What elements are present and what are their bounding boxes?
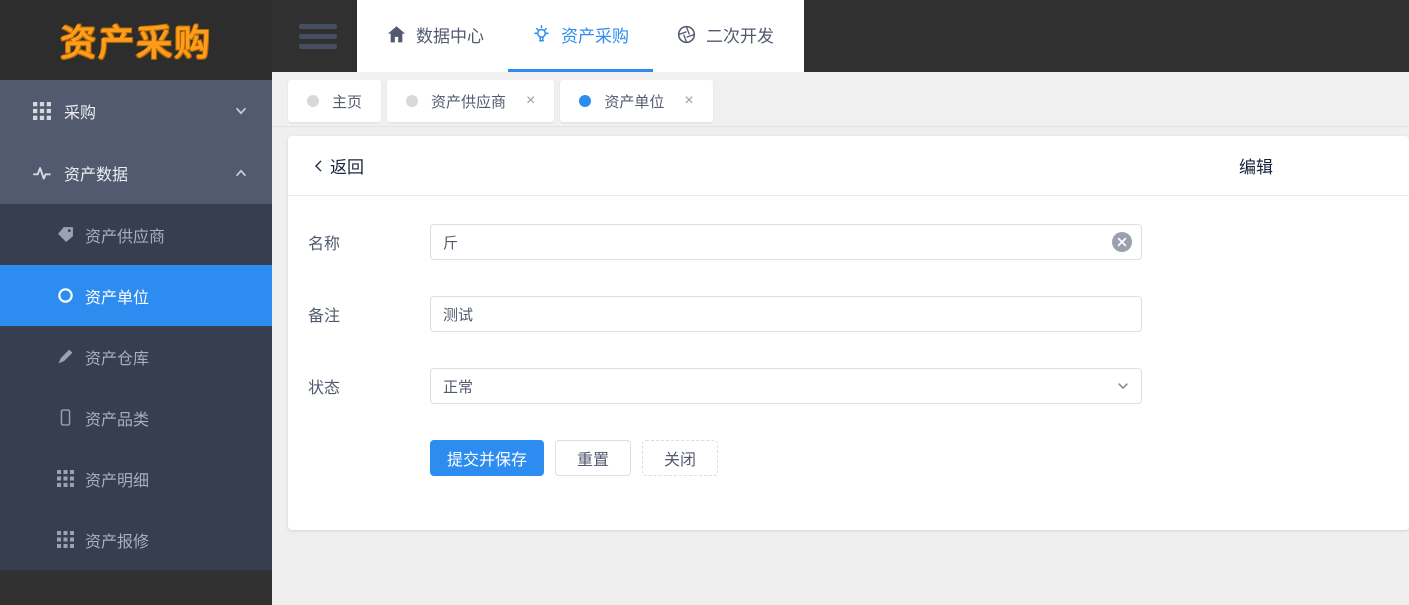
grid-icon bbox=[57, 531, 74, 548]
sidebar-group-label: 资产数据 bbox=[64, 167, 129, 184]
app-root: 资产采购 采购 资产数据 资产供应商 资产单位 资产仓库 资产品类 资产明细 资… bbox=[0, 0, 1409, 605]
tab-label: 主页 bbox=[332, 93, 363, 111]
main-content: 返回 编辑 名称 备注 bbox=[272, 127, 1409, 605]
nav-tab-label: 数据中心 bbox=[416, 27, 484, 46]
chevron-down-icon bbox=[1116, 379, 1130, 393]
topbar: 数据中心 资产采购 二次开发 bbox=[272, 0, 1409, 72]
open-tabs-bar: 主页 资产供应商 × 资产单位 × bbox=[272, 72, 1409, 127]
tab-asset-supplier[interactable]: 资产供应商 × bbox=[387, 80, 555, 122]
status-select[interactable]: 正常 bbox=[430, 368, 1142, 404]
aperture-icon bbox=[677, 25, 696, 44]
sidebar-menu: 采购 资产数据 资产供应商 资产单位 资产仓库 资产品类 资产明细 资产报修 bbox=[0, 80, 272, 570]
chevron-left-icon bbox=[312, 159, 326, 173]
sidebar-item-asset-repair[interactable]: 资产报修 bbox=[0, 509, 272, 570]
back-button-label: 返回 bbox=[330, 158, 364, 177]
name-field-label: 名称 bbox=[308, 236, 341, 253]
sidebar-item-label: 资产报修 bbox=[85, 533, 150, 551]
phone-icon bbox=[57, 409, 74, 426]
tag-icon bbox=[57, 226, 74, 243]
sidebar-item-label: 资产明细 bbox=[85, 472, 150, 490]
sidebar-item-asset-supplier[interactable]: 资产供应商 bbox=[0, 204, 272, 265]
sidebar-group-procurement[interactable]: 采购 bbox=[0, 80, 272, 142]
tab-label: 资产单位 bbox=[604, 93, 665, 111]
hamburger-menu-icon[interactable] bbox=[299, 24, 337, 49]
clear-input-icon[interactable] bbox=[1112, 232, 1132, 252]
top-navigation: 数据中心 资产采购 二次开发 bbox=[357, 0, 804, 72]
nav-tab-label: 资产采购 bbox=[561, 27, 629, 46]
pulse-icon bbox=[33, 164, 51, 182]
bulb-icon bbox=[532, 25, 551, 44]
sidebar-item-label: 资产品类 bbox=[85, 411, 150, 429]
chevron-up-icon bbox=[234, 166, 248, 180]
edit-panel: 返回 编辑 名称 备注 bbox=[288, 136, 1409, 530]
grid-icon bbox=[33, 102, 51, 120]
nav-tab-label: 二次开发 bbox=[706, 27, 774, 46]
sidebar: 资产采购 采购 资产数据 资产供应商 资产单位 资产仓库 资产品类 资产明细 资… bbox=[0, 0, 272, 605]
submit-save-button[interactable]: 提交并保存 bbox=[430, 440, 545, 476]
status-field-label: 状态 bbox=[308, 380, 341, 397]
sidebar-group-label: 采购 bbox=[64, 105, 97, 122]
sidebar-item-asset-warehouse[interactable]: 资产仓库 bbox=[0, 326, 272, 387]
pen-icon bbox=[57, 348, 74, 365]
back-button[interactable]: 返回 bbox=[312, 153, 364, 178]
nav-tab-secondary-dev[interactable]: 二次开发 bbox=[653, 0, 798, 72]
status-select-value: 正常 bbox=[443, 378, 474, 396]
panel-header: 返回 编辑 bbox=[288, 136, 1409, 196]
edit-button[interactable]: 编辑 bbox=[1239, 153, 1273, 178]
app-logo-text: 资产采购 bbox=[59, 22, 212, 63]
form-actions: 提交并保存 重置 关闭 bbox=[430, 440, 1409, 476]
close-button[interactable]: 关闭 bbox=[642, 440, 719, 476]
name-input[interactable] bbox=[430, 224, 1142, 260]
form-row-name: 名称 bbox=[308, 224, 1409, 260]
tab-status-dot bbox=[579, 95, 592, 107]
asset-unit-form: 名称 备注 状态 bbox=[288, 196, 1409, 476]
home-icon bbox=[387, 25, 406, 44]
sidebar-item-asset-unit[interactable]: 资产单位 bbox=[0, 265, 272, 326]
sidebar-item-asset-category[interactable]: 资产品类 bbox=[0, 387, 272, 448]
close-icon[interactable]: × bbox=[684, 93, 693, 109]
app-logo: 资产采购 bbox=[0, 0, 272, 80]
form-row-status: 状态 正常 bbox=[308, 368, 1409, 404]
circle-icon bbox=[57, 287, 74, 304]
sidebar-group-asset-data[interactable]: 资产数据 bbox=[0, 142, 272, 204]
reset-button[interactable]: 重置 bbox=[555, 440, 632, 476]
chevron-down-icon bbox=[234, 104, 248, 118]
sidebar-submenu: 资产供应商 资产单位 资产仓库 资产品类 资产明细 资产报修 bbox=[0, 204, 272, 570]
remark-field-label: 备注 bbox=[308, 308, 341, 325]
close-icon[interactable]: × bbox=[526, 93, 535, 109]
grid-icon bbox=[57, 470, 74, 487]
tab-home[interactable]: 主页 bbox=[288, 80, 382, 122]
sidebar-item-label: 资产供应商 bbox=[85, 228, 166, 246]
tab-status-dot bbox=[307, 95, 319, 107]
tab-asset-unit[interactable]: 资产单位 × bbox=[560, 80, 713, 122]
nav-tab-asset-procurement[interactable]: 资产采购 bbox=[508, 0, 653, 72]
nav-tab-data-center[interactable]: 数据中心 bbox=[363, 0, 508, 72]
sidebar-item-label: 资产单位 bbox=[85, 289, 150, 307]
tab-status-dot bbox=[406, 95, 419, 107]
remark-input[interactable] bbox=[430, 296, 1142, 332]
form-row-remark: 备注 bbox=[308, 296, 1409, 332]
sidebar-item-asset-detail[interactable]: 资产明细 bbox=[0, 448, 272, 509]
tab-label: 资产供应商 bbox=[431, 93, 507, 111]
sidebar-item-label: 资产仓库 bbox=[85, 350, 150, 368]
